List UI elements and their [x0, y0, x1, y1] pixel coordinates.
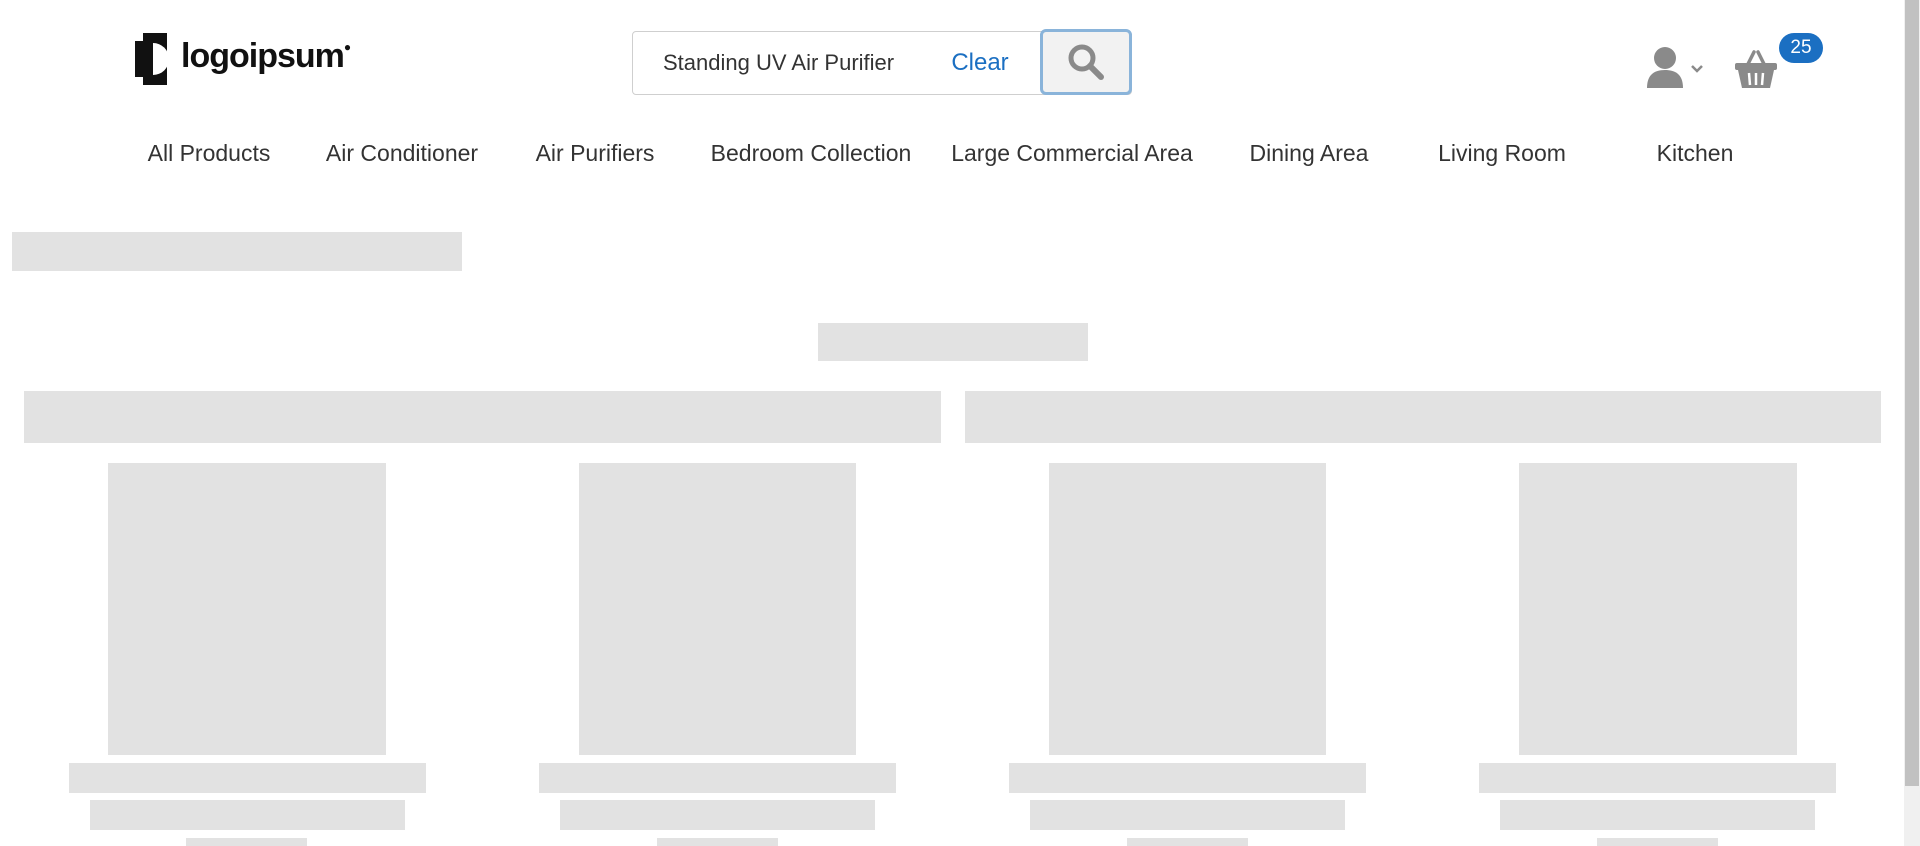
skeleton-product-image — [108, 463, 386, 755]
nav-item-air-conditioner[interactable]: Air Conditioner — [326, 140, 478, 167]
cart-count-badge: 25 — [1779, 33, 1823, 63]
scrollbar-thumb[interactable] — [1905, 0, 1919, 786]
user-icon — [1647, 47, 1683, 88]
skeleton-product-price — [1597, 838, 1718, 846]
search-input[interactable] — [633, 33, 919, 93]
cart-button[interactable]: 25 — [1731, 30, 1823, 94]
logo-text: logoipsum● — [181, 36, 351, 75]
skeleton-breadcrumb — [12, 232, 462, 271]
skeleton-product-image — [579, 463, 856, 755]
skeleton-product-subtitle — [90, 800, 405, 830]
skeleton-product-title — [1479, 763, 1836, 793]
skeleton-product-title — [539, 763, 896, 793]
skeleton-filter-bar — [24, 391, 941, 443]
category-nav: All Products Air Conditioner Air Purifie… — [0, 140, 1920, 176]
skeleton-product-image — [1519, 463, 1797, 755]
nav-item-kitchen[interactable]: Kitchen — [1657, 140, 1734, 167]
nav-item-air-purifiers[interactable]: Air Purifiers — [536, 140, 655, 167]
chevron-down-icon — [1691, 65, 1703, 73]
skeleton-product-subtitle — [1030, 800, 1345, 830]
nav-item-large-commercial-area[interactable]: Large Commercial Area — [951, 140, 1193, 167]
search-icon — [1068, 44, 1104, 80]
nav-item-all-products[interactable]: All Products — [148, 140, 271, 167]
clear-search-button[interactable]: Clear — [919, 33, 1041, 93]
skeleton-product-title — [1009, 763, 1366, 793]
skeleton-product-price — [186, 838, 307, 846]
search-bar: Clear — [632, 29, 1132, 95]
skeleton-product-title — [69, 763, 426, 793]
skeleton-product-subtitle — [1500, 800, 1815, 830]
skeleton-page-title — [818, 323, 1088, 361]
skeleton-product-image — [1049, 463, 1326, 755]
nav-item-dining-area[interactable]: Dining Area — [1250, 140, 1369, 167]
account-menu-button[interactable] — [1645, 46, 1705, 90]
skeleton-product-subtitle — [560, 800, 875, 830]
skeleton-sort-bar — [965, 391, 1881, 443]
page: logoipsum● Clear 25 — [0, 0, 1920, 846]
logo[interactable]: logoipsum● — [131, 33, 351, 85]
nav-item-bedroom-collection[interactable]: Bedroom Collection — [711, 140, 912, 167]
basket-icon — [1735, 50, 1777, 88]
logo-mark-icon — [135, 33, 169, 85]
skeleton-product-price — [657, 838, 778, 846]
nav-item-living-room[interactable]: Living Room — [1438, 140, 1566, 167]
skeleton-product-price — [1127, 838, 1248, 846]
search-button[interactable] — [1040, 29, 1132, 95]
